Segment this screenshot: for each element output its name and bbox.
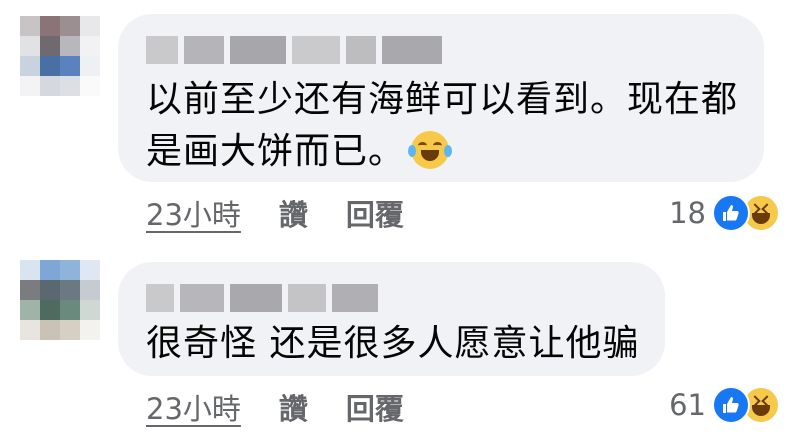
comment-bubble: 很奇怪 还是很多人愿意让他骗 bbox=[118, 262, 665, 376]
comment-actions: 23小時 讚 回覆 bbox=[146, 192, 442, 234]
reaction-count: 61 bbox=[669, 388, 706, 422]
reply-button[interactable]: 回覆 bbox=[346, 386, 404, 428]
comment-actions: 23小時 讚 回覆 bbox=[146, 386, 442, 428]
like-button[interactable]: 讚 bbox=[279, 192, 308, 234]
reaction-summary[interactable]: 61 bbox=[669, 386, 780, 424]
comment-text: 很奇怪 还是很多人愿意让他骗 bbox=[146, 318, 639, 370]
avatar[interactable] bbox=[20, 16, 100, 96]
reply-button[interactable]: 回覆 bbox=[346, 192, 404, 234]
comment: 很奇怪 还是很多人愿意让他骗 23小時 讚 回覆 61 bbox=[0, 250, 800, 434]
comment-text-line: 是画大饼而已。 bbox=[146, 126, 738, 178]
comment-bubble: 以前至少还有海鲜可以看到。现在都 是画大饼而已。 bbox=[118, 14, 764, 182]
reaction-count: 18 bbox=[669, 196, 706, 230]
comment-text: 以前至少还有海鲜可以看到。现在都 是画大饼而已。 bbox=[146, 74, 738, 178]
timestamp-link[interactable]: 23小時 bbox=[146, 192, 241, 234]
avatar[interactable] bbox=[20, 260, 100, 340]
timestamp-link[interactable]: 23小時 bbox=[146, 386, 241, 428]
commenter-name-blurred[interactable] bbox=[146, 36, 442, 64]
like-icon bbox=[712, 386, 750, 424]
reaction-summary[interactable]: 18 bbox=[669, 194, 780, 232]
like-button[interactable]: 讚 bbox=[279, 386, 308, 428]
like-icon bbox=[712, 194, 750, 232]
comment-text-line: 很奇怪 还是很多人愿意让他骗 bbox=[146, 323, 640, 364]
face-with-tears-of-joy-icon bbox=[408, 131, 453, 169]
comment-text-line: 以前至少还有海鲜可以看到。现在都 bbox=[146, 79, 739, 120]
commenter-name-blurred[interactable] bbox=[146, 284, 378, 312]
comment: 以前至少还有海鲜可以看到。现在都 是画大饼而已。 23小時 讚 回覆 18 bbox=[0, 0, 800, 232]
